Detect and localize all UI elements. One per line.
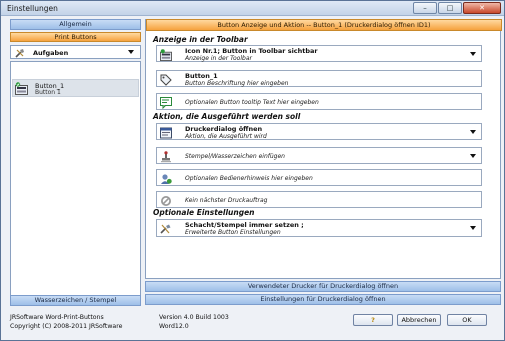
row-bediener-text: Optionalen Bedienerhinweis hier eingeben	[185, 175, 313, 182]
row-tooltip-text: Optionalen Button tooltip Text hier eing…	[185, 99, 319, 106]
allgemein-button[interactable]: Allgemein	[10, 19, 141, 30]
caret-down-icon	[128, 50, 134, 54]
row-druckerdialog-sub: Aktion, die Ausgeführt wird	[185, 132, 267, 140]
minimize-icon[interactable]: –	[413, 2, 437, 14]
app-name: JRSoftware Word-Print-Buttons	[10, 314, 104, 321]
button-icon	[160, 49, 172, 61]
user-icon	[161, 174, 172, 184]
row-druckauftrag-text: Kein nächster Druckauftrag	[185, 197, 268, 204]
settings-window: Einstellungen – □ ✕ Allgemein Print Butt…	[0, 0, 505, 341]
caret-down-icon[interactable]	[470, 154, 476, 158]
einstellungen-drucker-button[interactable]: Einstellungen für Druckerdialog öffnen	[145, 294, 501, 305]
button-icon	[15, 82, 28, 95]
window-controls: – □ ✕	[413, 2, 501, 14]
window-title: Einstellungen	[7, 4, 58, 13]
tag-icon	[160, 74, 172, 86]
row-druckerdialog[interactable]: Druckerdialog öffnen Aktion, die Ausgefü…	[156, 123, 482, 140]
close-icon[interactable]: ✕	[463, 2, 501, 14]
row-beschriftung-sub: Button Beschriftung hier eingeben	[185, 79, 289, 87]
tooltip-icon	[160, 97, 172, 109]
caret-down-icon[interactable]	[470, 226, 476, 230]
help-button[interactable]: ?	[353, 314, 393, 326]
section-toolbar: Anzeige in der Toolbar	[153, 35, 248, 44]
row-beschriftung[interactable]: Button_1 Button Beschriftung hier eingeb…	[156, 70, 482, 87]
ok-button[interactable]: OK	[447, 314, 487, 326]
print-buttons-button[interactable]: Print Buttons	[10, 32, 141, 42]
print-icon	[160, 127, 172, 139]
row-tooltip[interactable]: Optionalen Button tooltip Text hier eing…	[156, 93, 482, 110]
dropdown-value: Aufgaben	[33, 49, 69, 57]
maximize-icon[interactable]: □	[438, 2, 462, 14]
section-aktion: Aktion, die Ausgeführt werden soll	[153, 112, 301, 121]
row-stempel-text: Stempel/Wasserzeichen einfügen	[185, 153, 285, 160]
row-druckauftrag[interactable]: Kein nächster Druckauftrag	[156, 191, 482, 208]
button-list[interactable]: Button_1 Button 1	[10, 61, 141, 299]
row-bediener[interactable]: Optionalen Bedienerhinweis hier eingeben	[156, 169, 482, 186]
help-icon: ?	[371, 316, 375, 324]
section-optionale: Optionale Einstellungen	[153, 208, 255, 217]
task-dropdown[interactable]: Aufgaben	[10, 45, 141, 59]
tools-icon	[15, 49, 24, 58]
no-entry-icon	[161, 196, 171, 206]
caret-down-icon[interactable]	[470, 52, 476, 56]
row-schacht-sub: Erweiterte Button Einstellungen	[185, 228, 281, 236]
list-item-sub: Button 1	[35, 89, 61, 96]
row-stempel[interactable]: Stempel/Wasserzeichen einfügen	[156, 147, 482, 164]
wasserzeichen-button[interactable]: Wasserzeichen / Stempel	[10, 295, 141, 306]
row-icon-sub: Anzeige in der Toolbar	[185, 54, 252, 62]
title-bar: Einstellungen – □ ✕	[1, 1, 504, 16]
caret-down-icon[interactable]	[470, 130, 476, 134]
word-version: Word12.0	[159, 323, 189, 330]
cancel-button[interactable]: Abbrechen	[397, 314, 441, 326]
row-icon[interactable]: Icon Nr.1; Button in Toolbar sichtbar An…	[156, 45, 482, 62]
left-pane: Allgemein Print Buttons Aufgaben Button_…	[10, 19, 141, 307]
row-schacht[interactable]: Schacht/Stempel immer setzen ; Erweitert…	[156, 219, 482, 237]
verwendeter-drucker-button[interactable]: Verwendeter Drucker für Druckerdialog öf…	[145, 281, 501, 292]
right-pane: Button Anzeige und Aktion -- Button_1 (D…	[145, 19, 502, 279]
list-item[interactable]: Button_1 Button 1	[12, 79, 139, 97]
stamp-icon	[161, 151, 171, 163]
tray-icon	[160, 224, 171, 234]
button-header: Button Anzeige und Aktion -- Button_1 (D…	[146, 19, 502, 31]
copyright: Copyright (C) 2008-2011 JRSoftware	[10, 323, 123, 330]
version: Version 4.0 Build 1003	[159, 314, 229, 321]
